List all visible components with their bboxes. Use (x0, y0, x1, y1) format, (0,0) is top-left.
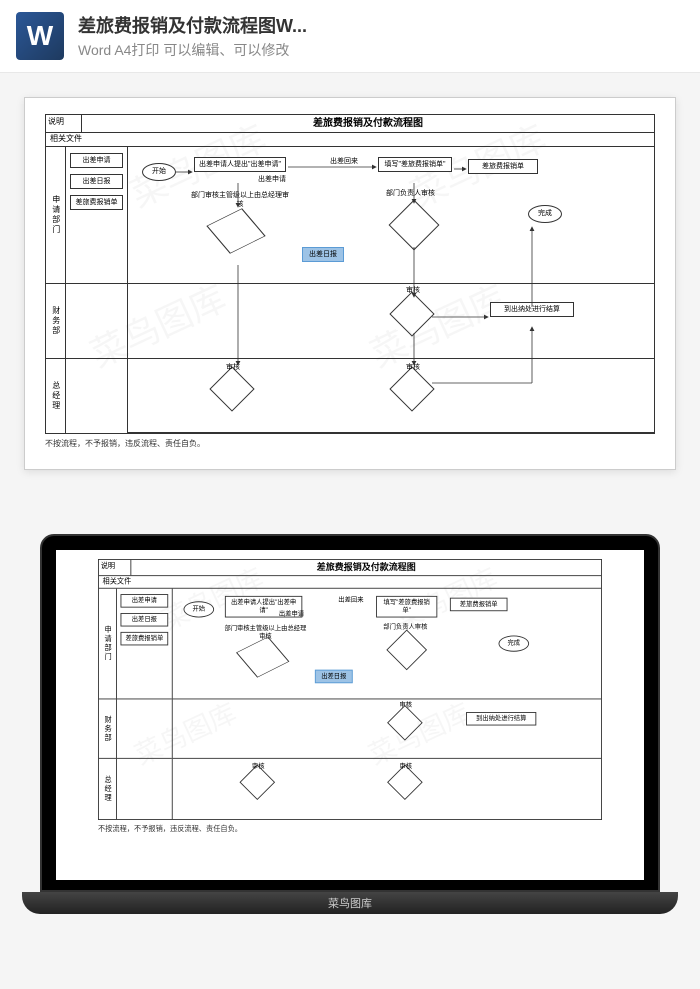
section-labels: 申请部门 财务部 总经理 (46, 147, 66, 433)
start-node: 开始 (142, 163, 176, 181)
ret-lp: 出差回来 (338, 596, 363, 604)
doc-box-lp-1: 出差申请 (120, 594, 168, 608)
end-node: 完成 (528, 205, 562, 223)
header-label-lp: 说明 (99, 560, 131, 575)
flowchart: 说明 差旅费报销及付款流程图 相关文件 申请部门 财务部 总经理 出差申请 (45, 114, 655, 434)
n5-lp: 审核 (400, 701, 413, 709)
n6-lp: 审核 (252, 763, 265, 771)
n8-lp: 到出纳处进行结算 (466, 712, 536, 726)
doc-section-2 (66, 284, 127, 358)
laptop-brand: 菜鸟图库 (328, 895, 372, 911)
section-label-3: 总经理 (46, 359, 65, 433)
document-title: 差旅费报销及付款流程图W... (78, 12, 684, 38)
node-request: 出差申请人提出"出差申请" (194, 157, 286, 172)
start-lp: 开始 (184, 601, 215, 617)
diamond-1 (206, 208, 265, 254)
flowchart-title: 差旅费报销及付款流程图 (82, 115, 654, 132)
docs-label-lp: 相关文件 (99, 576, 144, 588)
d3-lp (387, 705, 423, 741)
laptop-section: 菜鸟图库 菜鸟图库 菜鸟图库 菜鸟图库 说明 差旅费报销及付款流程图 相关文件 (0, 494, 700, 944)
doc-box-2: 出差日报 (70, 174, 123, 189)
doc-column: 出差申请 出差日报 差旅费报销单 (66, 147, 128, 433)
header-label: 说明 (46, 115, 82, 132)
flow-area: 开始 出差申请人提出"出差申请" 出差申请 部门审核主管级以上由总经理审核 出差… (128, 147, 654, 433)
doc-section-1: 出差申请 出差日报 差旅费报销单 (66, 147, 127, 284)
section-label-2: 财务部 (46, 284, 65, 358)
diamond-4 (209, 366, 254, 411)
section-label-1: 申请部门 (46, 147, 65, 284)
highlight-daily-report: 出差日报 (302, 247, 344, 262)
node-gm-review-2: 审核 (406, 363, 420, 372)
docs-label: 相关文件 (46, 133, 96, 146)
node-gm-review-1: 审核 (226, 363, 240, 372)
header-text: 差旅费报销及付款流程图W... Word A4打印 可以编辑、可以修改 (78, 12, 684, 60)
preview-area: 菜鸟图库 菜鸟图库 菜鸟图库 菜鸟图库 说明 差旅费报销及付款流程图 相关文件 … (0, 73, 700, 494)
flow-section-1: 开始 出差申请人提出"出差申请" 出差申请 部门审核主管级以上由总经理审核 出差… (128, 147, 654, 284)
doc-box-lp-2: 出差日报 (120, 613, 168, 627)
note-form: 差旅费报销单 (468, 159, 538, 174)
node-dept-review: 部门审核主管级以上由总经理审核 (190, 191, 290, 209)
end-lp: 完成 (498, 636, 529, 652)
section-label-lp-1: 申请部门 (99, 589, 116, 700)
n3note-lp: 差旅费报销单 (450, 598, 508, 612)
diamond-5 (389, 366, 434, 411)
document-subtitle: Word A4打印 可以编辑、可以修改 (78, 40, 684, 60)
flowchart-title-row: 说明 差旅费报销及付款流程图 (46, 115, 654, 133)
word-icon (16, 12, 64, 60)
note-return: 出差回来 (330, 157, 358, 166)
page-header: 差旅费报销及付款流程图W... Word A4打印 可以编辑、可以修改 (0, 0, 700, 73)
doc-box-3: 差旅费报销单 (70, 195, 123, 210)
node-settlement: 到出纳处进行结算 (490, 302, 574, 317)
flow-section-3: 审核 审核 (128, 359, 654, 433)
diamond-2 (389, 200, 440, 251)
n7-lp: 审核 (400, 763, 413, 771)
diamond-3 (389, 292, 434, 337)
n1note-lp: 出差申请 (279, 610, 304, 618)
laptop-screen: 菜鸟图库 菜鸟图库 菜鸟图库 菜鸟图库 说明 差旅费报销及付款流程图 相关文件 (40, 534, 660, 892)
n3-lp: 填写"差旅费报销单" (376, 596, 437, 618)
section-label-lp-2: 财务部 (99, 699, 116, 759)
document-page: 菜鸟图库 菜鸟图库 菜鸟图库 菜鸟图库 说明 差旅费报销及付款流程图 相关文件 … (24, 97, 676, 470)
doc-box-1: 出差申请 (70, 153, 123, 168)
footer-lp: 不按流程，不予报销，违反流程、责任自负。 (98, 820, 602, 837)
document-page-laptop: 菜鸟图库 菜鸟图库 菜鸟图库 菜鸟图库 说明 差旅费报销及付款流程图 相关文件 (85, 550, 614, 846)
docs-row: 相关文件 (46, 133, 654, 147)
flow-section-2: 审核 到出纳处进行结算 (128, 284, 654, 358)
laptop-content: 菜鸟图库 菜鸟图库 菜鸟图库 菜鸟图库 说明 差旅费报销及付款流程图 相关文件 (56, 550, 644, 880)
laptop-mockup: 菜鸟图库 菜鸟图库 菜鸟图库 菜鸟图库 说明 差旅费报销及付款流程图 相关文件 (40, 534, 660, 914)
doc-section-3 (66, 359, 127, 433)
node-finance-review: 审核 (406, 286, 420, 295)
flowchart-body: 申请部门 财务部 总经理 出差申请 出差日报 差旅费报销单 (46, 147, 654, 433)
node-fill-form: 填写"差旅费报销单" (378, 157, 452, 172)
d1-lp (236, 637, 289, 678)
node-head-review: 部门负责人审核 (386, 189, 435, 198)
laptop-base: 菜鸟图库 (22, 892, 678, 914)
hl-lp: 出差日报 (315, 670, 353, 684)
footer-note: 不按流程，不予报销，违反流程、责任自负。 (45, 434, 655, 453)
flowchart-laptop: 说明 差旅费报销及付款流程图 相关文件 申请部门 财务部 总经理 (98, 559, 602, 820)
note-request: 出差申请 (258, 175, 286, 184)
d2-lp (386, 630, 427, 671)
section-label-lp-3: 总经理 (99, 759, 116, 819)
flowchart-title-lp: 差旅费报销及付款流程图 (131, 560, 601, 575)
doc-box-lp-3: 差旅费报销单 (120, 632, 168, 646)
